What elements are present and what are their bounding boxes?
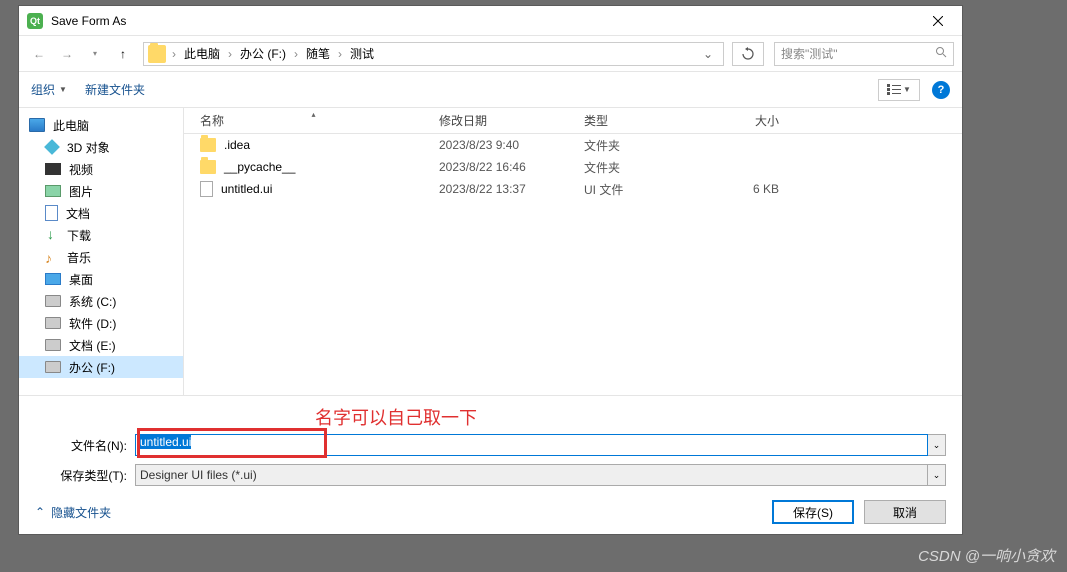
organize-menu[interactable]: 组织 ▼ xyxy=(31,81,67,98)
sidebar-item-drive-d[interactable]: 软件 (D:) xyxy=(19,312,183,334)
sidebar-item-3d-objects[interactable]: 3D 对象 xyxy=(19,136,183,158)
list-icon xyxy=(887,84,901,96)
view-mode-button[interactable]: ▼ xyxy=(878,79,920,101)
filetype-dropdown[interactable]: ⌄ xyxy=(928,464,946,486)
folder-icon xyxy=(148,45,166,63)
breadcrumb-item[interactable]: 办公 (F:) xyxy=(234,45,292,62)
sidebar-item-drive-f[interactable]: 办公 (F:) xyxy=(19,356,183,378)
new-folder-button[interactable]: 新建文件夹 xyxy=(85,81,145,98)
window-title: Save Form As xyxy=(51,14,918,28)
close-button[interactable] xyxy=(918,7,958,35)
bottom-panel: 名字可以自己取一下 文件名(N): untitled.ui ⌄ 保存类型(T):… xyxy=(19,395,962,534)
chevron-down-icon[interactable]: ⌄ xyxy=(697,47,719,61)
sidebar-item-drive-c[interactable]: 系统 (C:) xyxy=(19,290,183,312)
search-placeholder: 搜索"测试" xyxy=(781,45,838,62)
search-input[interactable]: 搜索"测试" xyxy=(774,42,954,66)
filetype-label: 保存类型(T): xyxy=(35,467,135,484)
up-button[interactable]: ↑ xyxy=(111,42,135,66)
file-row[interactable]: untitled.ui 2023/8/22 13:37 UI 文件 6 KB xyxy=(184,178,962,200)
document-icon xyxy=(45,205,58,221)
sidebar-item-drive-e[interactable]: 文档 (E:) xyxy=(19,334,183,356)
refresh-icon xyxy=(741,47,755,61)
sidebar-item-videos[interactable]: 视频 xyxy=(19,158,183,180)
annotation-text: 名字可以自己取一下 xyxy=(35,404,946,430)
refresh-button[interactable] xyxy=(732,42,764,66)
sidebar-item-pictures[interactable]: 图片 xyxy=(19,180,183,202)
sidebar: 此电脑 3D 对象 视频 图片 文档 下载 音乐 桌面 系统 (C:) 软件 (… xyxy=(19,108,184,395)
toolbar: 组织 ▼ 新建文件夹 ▼ ? xyxy=(19,72,962,108)
main-area: 此电脑 3D 对象 视频 图片 文档 下载 音乐 桌面 系统 (C:) 软件 (… xyxy=(19,108,962,395)
sidebar-item-downloads[interactable]: 下载 xyxy=(19,224,183,246)
monitor-icon xyxy=(29,118,45,132)
chevron-down-icon: ⌄ xyxy=(933,440,941,451)
breadcrumb-item[interactable]: 随笔 xyxy=(300,45,336,62)
search-icon xyxy=(935,46,947,61)
chevron-right-icon: › xyxy=(336,47,344,61)
file-list: 名称▴ 修改日期 类型 大小 .idea 2023/8/23 9:40 文件夹 … xyxy=(184,108,962,395)
chevron-down-icon: ▼ xyxy=(59,85,67,94)
chevron-right-icon: › xyxy=(170,47,178,61)
qt-icon: Qt xyxy=(27,13,43,29)
filename-label: 文件名(N): xyxy=(35,437,135,454)
drive-icon xyxy=(45,339,61,351)
download-icon xyxy=(45,228,59,242)
picture-icon xyxy=(45,185,61,197)
column-name[interactable]: 名称▴ xyxy=(184,112,439,129)
chevron-down-icon: ⌄ xyxy=(933,470,941,481)
filename-history-dropdown[interactable]: ⌄ xyxy=(928,434,946,456)
footer: ⌃ 隐藏文件夹 保存(S) 取消 xyxy=(35,494,946,524)
sort-indicator-icon: ▴ xyxy=(312,110,316,119)
save-button[interactable]: 保存(S) xyxy=(772,500,854,524)
forward-button: → xyxy=(55,42,79,66)
column-date[interactable]: 修改日期 xyxy=(439,112,584,129)
folder-icon xyxy=(200,138,216,152)
sidebar-item-music[interactable]: 音乐 xyxy=(19,246,183,268)
back-button[interactable]: ← xyxy=(27,42,51,66)
watermark: CSDN @一响小贪欢 xyxy=(918,545,1055,566)
drive-icon xyxy=(45,317,61,329)
sidebar-item-this-pc[interactable]: 此电脑 xyxy=(19,114,183,136)
chevron-up-icon: ⌃ xyxy=(35,505,45,519)
cube-icon xyxy=(44,139,60,155)
desktop-icon xyxy=(45,273,61,285)
breadcrumb-item[interactable]: 测试 xyxy=(344,45,380,62)
save-dialog: Qt Save Form As ← → ▾ ↑ › 此电脑 › 办公 (F:) … xyxy=(18,5,963,535)
column-type[interactable]: 类型 xyxy=(584,112,699,129)
folder-icon xyxy=(200,160,216,174)
music-icon xyxy=(45,250,59,264)
titlebar: Qt Save Form As xyxy=(19,6,962,36)
file-icon xyxy=(200,181,213,197)
cancel-button[interactable]: 取消 xyxy=(864,500,946,524)
video-icon xyxy=(45,163,61,175)
chevron-right-icon: › xyxy=(292,47,300,61)
drive-icon xyxy=(45,361,61,373)
chevron-down-icon: ▼ xyxy=(903,85,911,94)
help-button[interactable]: ? xyxy=(932,81,950,99)
column-size[interactable]: 大小 xyxy=(699,112,799,129)
filetype-select[interactable]: Designer UI files (*.ui) xyxy=(135,464,928,486)
breadcrumb-item[interactable]: 此电脑 xyxy=(178,45,226,62)
breadcrumb-bar[interactable]: › 此电脑 › 办公 (F:) › 随笔 › 测试 ⌄ xyxy=(143,42,724,66)
file-row[interactable]: .idea 2023/8/23 9:40 文件夹 xyxy=(184,134,962,156)
close-icon xyxy=(933,16,943,26)
drive-icon xyxy=(45,295,61,307)
nav-bar: ← → ▾ ↑ › 此电脑 › 办公 (F:) › 随笔 › 测试 ⌄ 搜索"测… xyxy=(19,36,962,72)
file-row[interactable]: __pycache__ 2023/8/22 16:46 文件夹 xyxy=(184,156,962,178)
filename-input[interactable]: untitled.ui xyxy=(135,434,928,456)
hide-folders-toggle[interactable]: ⌃ 隐藏文件夹 xyxy=(35,504,111,521)
chevron-right-icon: › xyxy=(226,47,234,61)
file-rows: .idea 2023/8/23 9:40 文件夹 __pycache__ 202… xyxy=(184,134,962,395)
sidebar-item-desktop[interactable]: 桌面 xyxy=(19,268,183,290)
recent-dropdown[interactable]: ▾ xyxy=(83,42,107,66)
sidebar-item-documents[interactable]: 文档 xyxy=(19,202,183,224)
column-headers: 名称▴ 修改日期 类型 大小 xyxy=(184,108,962,134)
